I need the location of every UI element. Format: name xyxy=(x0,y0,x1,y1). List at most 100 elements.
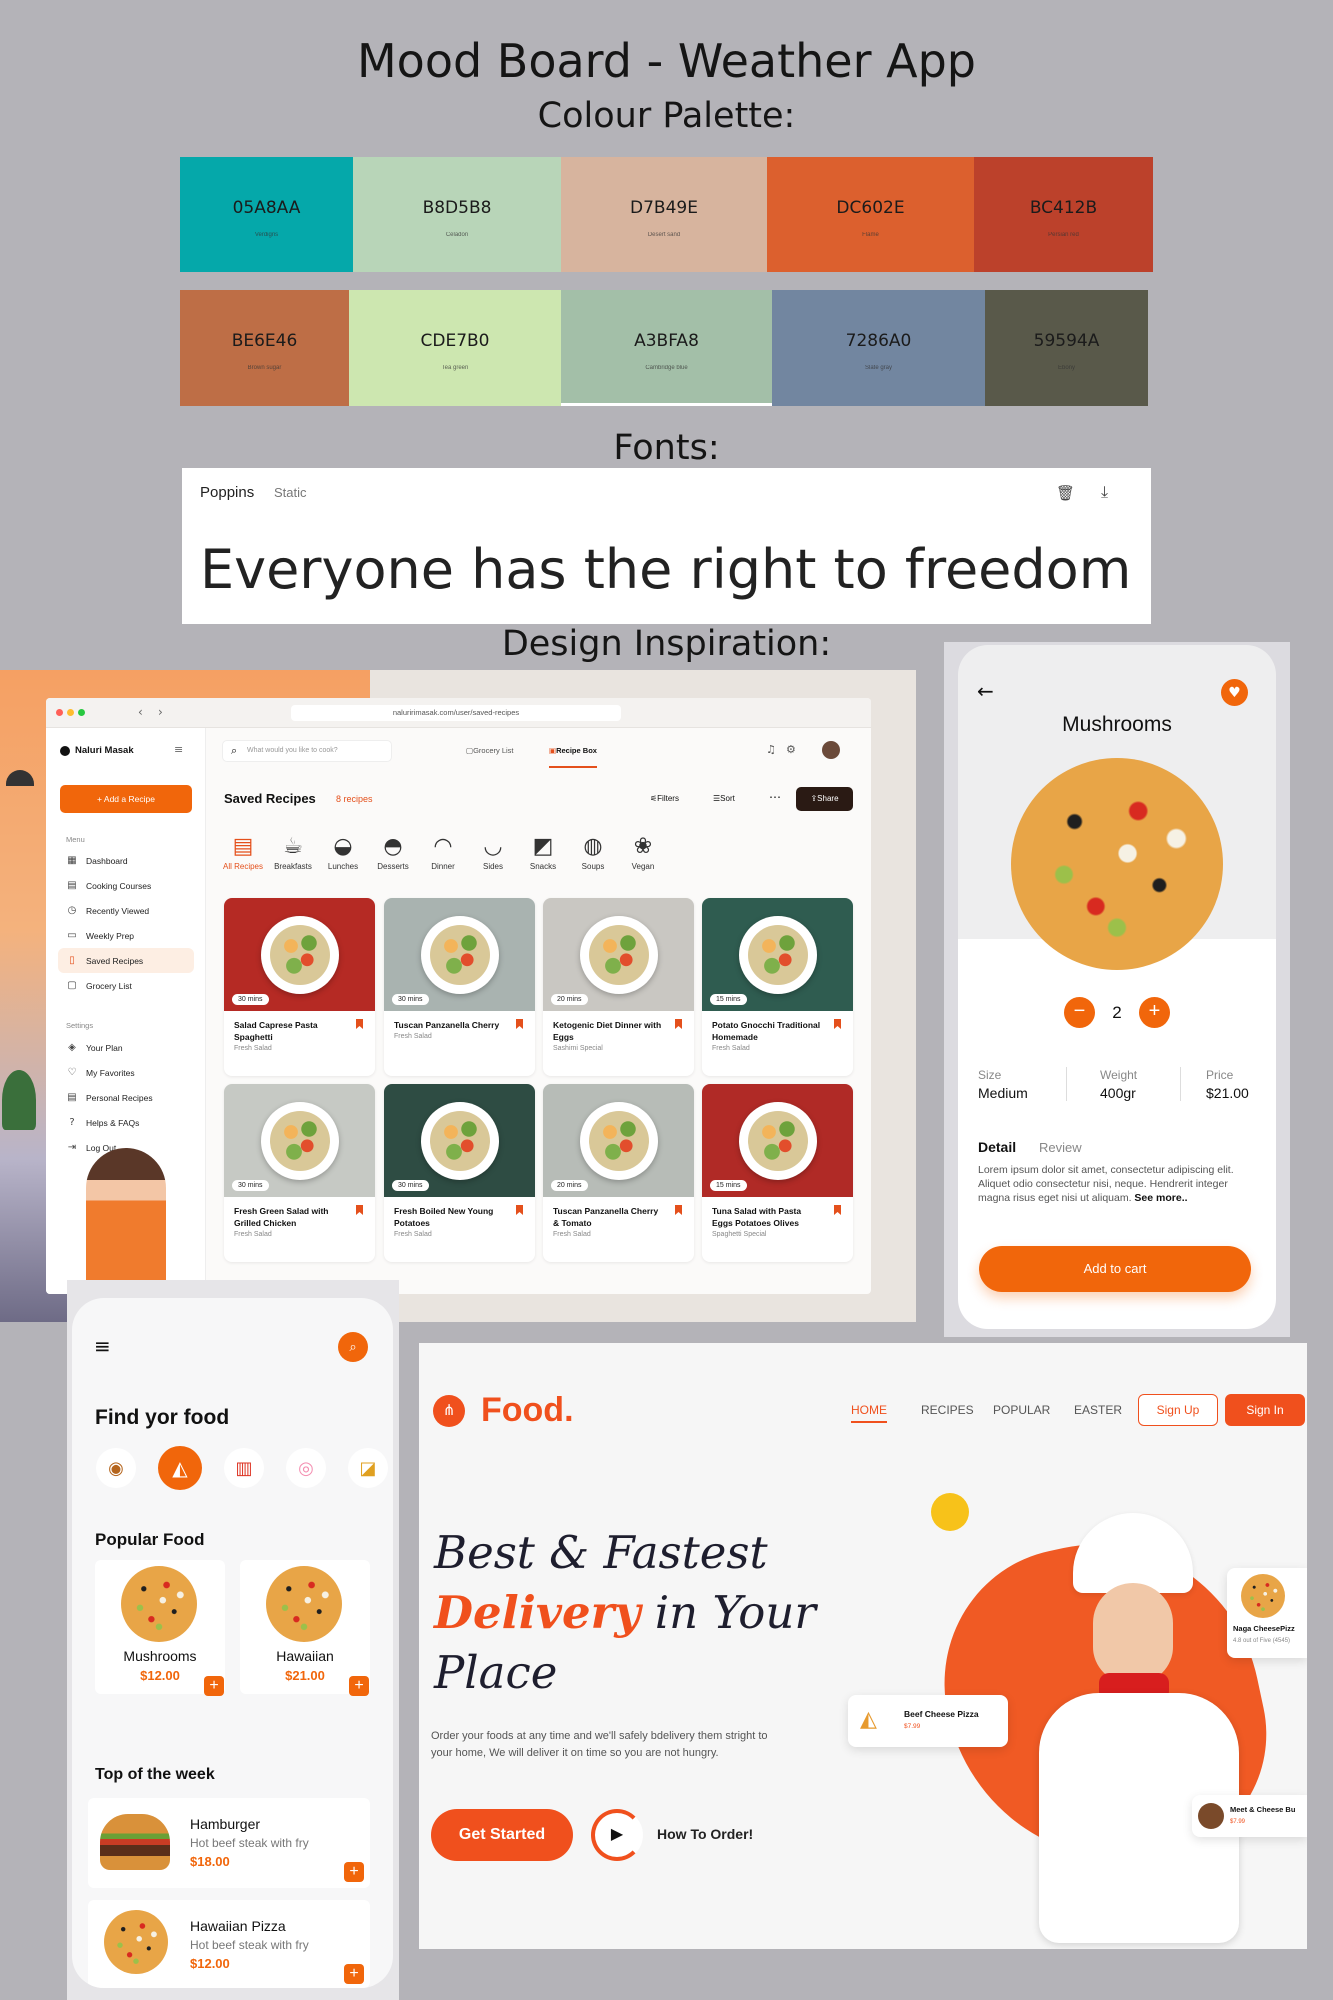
menu-icon[interactable]: ≡ xyxy=(94,1334,111,1358)
close-dot[interactable] xyxy=(56,709,63,716)
gear-icon[interactable]: ⚙ xyxy=(786,743,796,756)
recipe-card[interactable]: 15 mins Potato Gnocchi Traditional Homema… xyxy=(702,898,853,1076)
burger-chip[interactable]: ◉ xyxy=(96,1448,136,1488)
maximize-dot[interactable] xyxy=(78,709,85,716)
bookmark-icon[interactable] xyxy=(675,1019,682,1029)
category-lunches[interactable]: ◒ Lunches xyxy=(318,834,368,871)
sign-up-button[interactable]: Sign Up xyxy=(1138,1394,1218,1426)
category-breakfasts[interactable]: ☕ Breakfasts xyxy=(268,834,318,871)
recipe-card[interactable]: 30 mins Salad Caprese Pasta Spaghetti Fres… xyxy=(224,898,375,1076)
category-soups[interactable]: ◍ Soups xyxy=(568,834,618,871)
filters-button[interactable]: ⚟ Filters xyxy=(650,794,679,803)
divider xyxy=(1066,1067,1067,1101)
recipe-image: 30 mins xyxy=(384,1084,535,1197)
category-label: All Recipes xyxy=(222,862,263,871)
bell-icon[interactable]: ♫ xyxy=(766,743,776,756)
url-bar[interactable]: naluririmasak.com/user/saved-recipes xyxy=(291,705,621,721)
soup-icon: ◍ xyxy=(583,834,603,859)
share-button[interactable]: ⇪ Share xyxy=(796,787,853,811)
recipe-card[interactable]: 30 mins Fresh Green Salad with Grilled Ch… xyxy=(224,1084,375,1262)
sidebar-item-personal-recipes[interactable]: ▤ Personal Recipes xyxy=(58,1085,194,1110)
add-button[interactable]: + xyxy=(349,1676,369,1696)
sidebar-item-weekly-prep[interactable]: ▭ Weekly Prep xyxy=(58,923,194,948)
popular-card[interactable]: Mushrooms $12.00 + xyxy=(95,1560,225,1696)
category-vegan[interactable]: ❀ Vegan xyxy=(618,834,668,871)
bookmark-icon[interactable] xyxy=(834,1019,841,1029)
see-more-link[interactable]: See more.. xyxy=(1134,1192,1187,1204)
recipe-title: Tuscan Panzanella Cherry xyxy=(394,1020,500,1030)
search-button[interactable]: ⌕ xyxy=(338,1332,368,1362)
category-dinner[interactable]: ◠ Dinner xyxy=(418,834,468,871)
popular-card[interactable]: Hawaiian $21.00 + xyxy=(240,1560,370,1696)
bookmark-icon[interactable] xyxy=(675,1205,682,1215)
font-card: Poppins Static 🗑 ⤓ Everyone has the righ… xyxy=(182,468,1151,624)
food-chip[interactable]: Meet & Cheese Bu $7.99 xyxy=(1192,1795,1307,1837)
sidebar-item-your-plan[interactable]: ◈ Your Plan xyxy=(58,1035,194,1060)
avatar[interactable] xyxy=(822,741,840,759)
food-desc: Hot beef steak with fry xyxy=(190,1938,309,1952)
sidebar-item-recently-viewed[interactable]: ◷ Recently Viewed xyxy=(58,898,194,923)
nav-popular[interactable]: POPULAR xyxy=(993,1403,1050,1417)
pizza-chip[interactable]: ◭ xyxy=(158,1446,202,1490)
bookmark-icon[interactable] xyxy=(356,1019,363,1029)
get-started-button[interactable]: Get Started xyxy=(431,1809,573,1861)
minimize-dot[interactable] xyxy=(67,709,74,716)
increment-button[interactable]: + xyxy=(1139,997,1170,1028)
sort-button[interactable]: ☰ Sort xyxy=(713,794,735,803)
sidebar-item-saved-recipes[interactable]: ▯ Saved Recipes xyxy=(58,948,194,973)
list-item[interactable]: Hawaiian Pizza Hot beef steak with fry $… xyxy=(88,1900,370,1988)
donut-chip[interactable]: ◎ xyxy=(286,1448,326,1488)
recipe-card[interactable]: 20 mins Tuscan Panzanella Cherry & Tomato… xyxy=(543,1084,694,1262)
category-snacks[interactable]: ◩ Snacks xyxy=(518,834,568,871)
back-arrow-icon[interactable]: ← xyxy=(977,679,994,703)
search-input[interactable]: ⌕ What would you like to cook? xyxy=(222,740,392,762)
more-icon[interactable]: ⋯ xyxy=(769,790,781,804)
add-button[interactable]: + xyxy=(344,1862,364,1882)
fries-chip[interactable]: ▥ xyxy=(224,1448,264,1488)
bookmark-icon[interactable] xyxy=(516,1019,523,1029)
sidebar-item-grocery-list[interactable]: ▢ Grocery List xyxy=(58,973,194,998)
category-desserts[interactable]: ◓ Desserts xyxy=(368,834,418,871)
tab-review[interactable]: Review xyxy=(1039,1140,1082,1155)
favorite-button[interactable]: ♥ xyxy=(1221,679,1248,706)
bookmark-icon[interactable] xyxy=(834,1205,841,1215)
recipe-subtitle: Fresh Salad xyxy=(712,1045,750,1052)
swatch-hex: D7B49E xyxy=(630,197,698,218)
sign-in-button[interactable]: Sign In xyxy=(1225,1394,1305,1426)
recipe-card[interactable]: 15 mins Tuna Salad with Pasta Eggs Potato… xyxy=(702,1084,853,1262)
nav-recipes[interactable]: RECIPES xyxy=(921,1403,974,1417)
recipe-card[interactable]: 20 mins Ketogenic Diet Dinner with Eggs Sa… xyxy=(543,898,694,1076)
bookmark-icon[interactable] xyxy=(516,1205,523,1215)
bookmark-icon[interactable] xyxy=(356,1205,363,1215)
list-item[interactable]: Hamburger Hot beef steak with fry $18.00… xyxy=(88,1798,370,1888)
category-all-recipes[interactable]: ▤ All Recipes xyxy=(218,834,268,871)
nav-easter[interactable]: EASTER xyxy=(1074,1403,1122,1417)
nav-home[interactable]: HOME xyxy=(851,1403,887,1423)
add-button[interactable]: + xyxy=(204,1676,224,1696)
category-sides[interactable]: ◡ Sides xyxy=(468,834,518,871)
food-chip[interactable]: ◭ Beef Cheese Pizza $7.99 xyxy=(848,1695,1008,1747)
food-chip[interactable]: Naga CheesePizz 4.8 out of Five (4545) xyxy=(1227,1568,1307,1658)
trash-icon[interactable]: 🗑 xyxy=(1056,484,1075,502)
download-icon[interactable]: ⤓ xyxy=(1101,482,1108,502)
collapse-icon[interactable]: ≡ xyxy=(174,743,183,756)
sandwich-chip[interactable]: ◪ xyxy=(348,1448,388,1488)
tab-recipe-box[interactable]: ▣ Recipe Box xyxy=(549,746,597,768)
swatch-name: Persian red xyxy=(1048,231,1079,238)
recipe-card[interactable]: 30 mins Fresh Boiled New Young Potatoes Fr… xyxy=(384,1084,535,1262)
recipe-card[interactable]: 30 mins Tuscan Panzanella Cherry Fresh Sal… xyxy=(384,898,535,1076)
forward-icon[interactable]: › xyxy=(158,705,163,719)
add-recipe-button[interactable]: + Add a Recipe xyxy=(60,785,192,813)
add-to-cart-button[interactable]: Add to cart xyxy=(979,1246,1251,1292)
sidebar-item-cooking-courses[interactable]: ▤ Cooking Courses xyxy=(58,873,194,898)
how-to-order-button[interactable]: ▶ How To Order! xyxy=(591,1809,771,1861)
sidebar-item-helps-faqs[interactable]: ? Helps & FAQs xyxy=(58,1110,194,1135)
swatch-name: Verdigris xyxy=(254,231,279,238)
sidebar-item-my-favorites[interactable]: ♡ My Favorites xyxy=(58,1060,194,1085)
tab-detail[interactable]: Detail xyxy=(978,1139,1016,1155)
tab-grocery-list[interactable]: ▢ Grocery List xyxy=(466,746,514,755)
sidebar-item-dashboard[interactable]: ▦ Dashboard xyxy=(58,848,194,873)
back-icon[interactable]: ‹ xyxy=(138,705,143,719)
add-button[interactable]: + xyxy=(344,1964,364,1984)
decrement-button[interactable]: − xyxy=(1064,997,1095,1028)
